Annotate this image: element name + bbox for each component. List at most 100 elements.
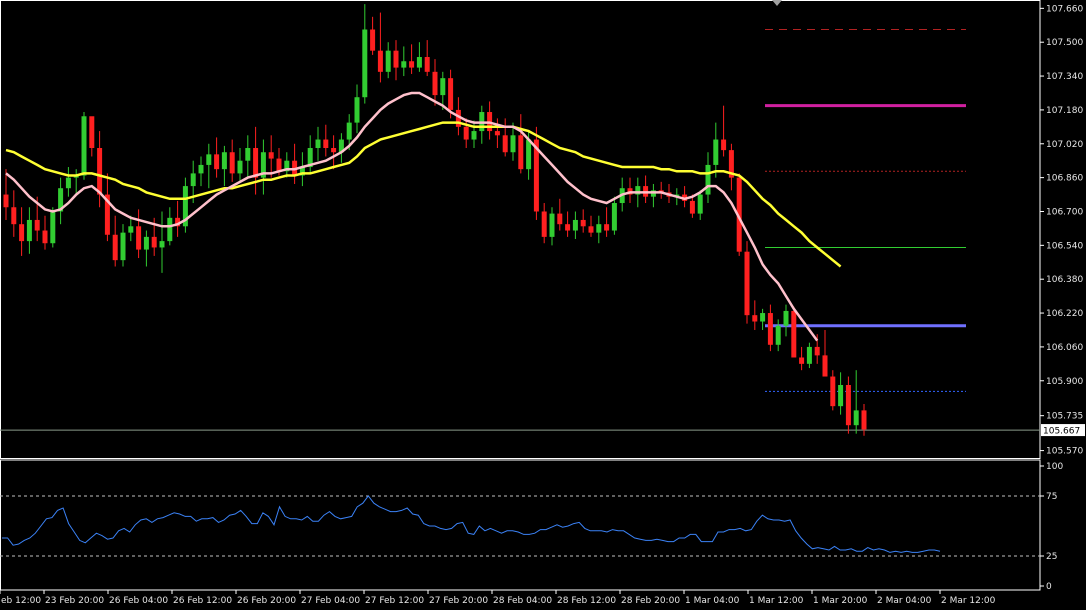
oscillator-panel: 100 75 25 0 <box>0 462 1063 592</box>
price-tick-label: 106.700 <box>1046 207 1083 217</box>
candle-body <box>198 164 204 174</box>
candle-body <box>853 410 859 426</box>
candle-body <box>432 71 438 96</box>
candle <box>214 137 220 178</box>
candle-body <box>440 78 446 96</box>
candle-body <box>744 251 750 316</box>
candle-body <box>689 200 695 214</box>
candle <box>775 319 781 352</box>
candle <box>705 152 711 204</box>
candle <box>292 143 298 184</box>
candle-body <box>89 116 95 149</box>
candle-body <box>143 236 149 250</box>
candle-body <box>557 213 563 225</box>
candle <box>557 198 563 231</box>
candle <box>307 135 313 174</box>
candle <box>744 241 750 324</box>
candle-body <box>767 313 773 345</box>
candle-body <box>822 355 828 377</box>
candle-body <box>697 194 703 214</box>
candle <box>830 370 836 411</box>
candle <box>541 203 547 244</box>
candle-body <box>34 219 40 231</box>
time-tick-label: 26 Feb 04:00 <box>109 596 168 606</box>
time-tick-label: 2 Mar 12:00 <box>941 596 996 606</box>
candle <box>487 101 493 140</box>
price-tick-label: 107.660 <box>1046 4 1083 14</box>
candle <box>728 143 734 191</box>
candle <box>299 152 305 187</box>
candle-body <box>385 50 391 72</box>
candle <box>767 304 773 352</box>
candle <box>260 139 266 195</box>
candle-body <box>377 50 383 72</box>
candle-body <box>346 122 352 140</box>
candle <box>159 211 165 273</box>
oscillator-tick-label: 0 <box>1046 582 1052 592</box>
candle-body <box>596 224 602 233</box>
candle-body <box>448 78 454 110</box>
price-tick-label: 106.540 <box>1046 241 1083 251</box>
candle-body <box>549 213 555 237</box>
candle <box>362 4 368 104</box>
candle <box>221 145 227 187</box>
candle <box>323 124 329 157</box>
candle <box>50 207 56 248</box>
price-tick-label: 107.180 <box>1046 106 1083 116</box>
time-tick-label: 27 Feb 20:00 <box>429 596 488 606</box>
candle <box>81 112 87 180</box>
candle-body <box>167 217 173 242</box>
price-levels <box>0 29 1040 431</box>
candle <box>565 211 571 237</box>
candle-body <box>409 61 415 68</box>
candle <box>502 118 508 157</box>
current-price-label: 105.667 <box>1043 427 1080 437</box>
candle-body <box>861 410 867 430</box>
candle-body <box>26 219 32 242</box>
price-tick-label: 107.020 <box>1046 140 1083 150</box>
candle <box>237 148 243 182</box>
candle-body <box>416 57 422 68</box>
candle <box>604 207 610 237</box>
candle-body <box>11 207 17 225</box>
candle <box>253 126 259 195</box>
candle <box>845 376 851 434</box>
price-tick-label: 106.860 <box>1046 174 1083 184</box>
candle <box>73 169 79 195</box>
time-tick-label: 27 Feb 04:00 <box>301 596 360 606</box>
candle-body <box>42 230 48 244</box>
candle <box>806 342 812 369</box>
shift-marker-icon <box>772 0 782 6</box>
time-tick-label: 23 Feb 20:00 <box>45 596 104 606</box>
price-panel-border <box>0 0 1041 459</box>
time-tick-label: 27 Feb 12:00 <box>365 596 424 606</box>
price-tick-label: 106.220 <box>1046 309 1083 319</box>
candle <box>19 207 25 256</box>
candle <box>385 42 391 79</box>
candle <box>284 152 290 178</box>
candle-body <box>838 384 844 407</box>
candle-body <box>393 50 399 68</box>
candle <box>58 177 64 225</box>
candle-body <box>237 160 243 174</box>
time-tick-label: 1 Mar 04:00 <box>685 596 740 606</box>
time-tick-label: 28 Feb 20:00 <box>621 596 680 606</box>
candle <box>549 207 555 246</box>
candle-body <box>112 234 118 261</box>
candle <box>853 370 859 434</box>
candle <box>432 59 438 106</box>
candle <box>650 183 656 208</box>
oscillator-tick-label: 25 <box>1046 552 1057 562</box>
candle-body <box>518 135 524 170</box>
candle-body <box>845 384 851 426</box>
candle <box>370 16 376 55</box>
price-tick-label: 105.735 <box>1046 412 1083 422</box>
candle <box>658 181 664 199</box>
time-tick-label: 26 Feb 20:00 <box>237 596 296 606</box>
candle-body <box>401 61 407 68</box>
candle <box>3 169 9 220</box>
time-tick-label: 26 Feb 12:00 <box>173 596 232 606</box>
candle <box>409 44 415 74</box>
candles[interactable] <box>3 4 867 436</box>
candle <box>331 135 337 170</box>
